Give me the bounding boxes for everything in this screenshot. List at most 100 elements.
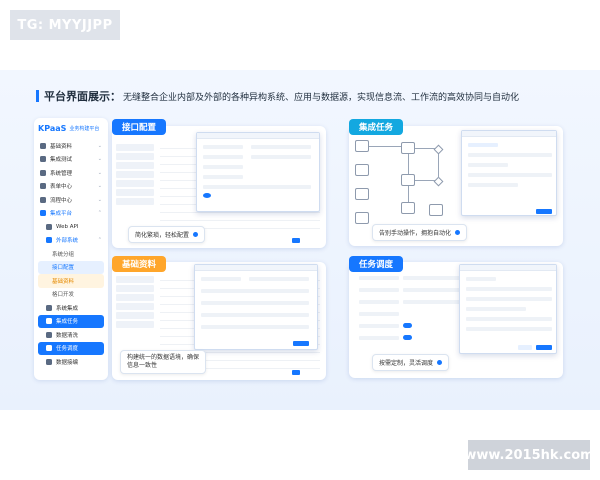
sidebar-item-label: 任务调度	[56, 346, 79, 353]
basic-dialog	[194, 264, 318, 350]
task-icon	[46, 318, 52, 325]
note-task-schedule: 按需定制，灵活调度	[372, 354, 450, 371]
headline-subtitle: 无缝整合企业内部及外部的各种异构系统、应用与数据源，实现信息流、工作流的高效协同…	[123, 92, 520, 103]
repeat-toggle[interactable]	[403, 335, 412, 340]
sidebar-item-label: 接口配置	[52, 265, 75, 272]
sidebar-item-basic-data-sub[interactable]: 基础资料	[38, 274, 104, 288]
pin-icon	[437, 360, 443, 365]
note-integration-task: 告别手动操作，拥抱自动化	[372, 224, 468, 241]
sidebar-item-form-center[interactable]: 表单中心 ⌄	[38, 180, 104, 194]
note-text: 按需定制，灵活调度	[379, 360, 434, 367]
headline-title: 平台界面展示：	[44, 90, 121, 103]
task-dialog	[461, 130, 557, 216]
bottom-watermark: www.2015hk.com	[464, 440, 594, 470]
database-icon	[40, 142, 46, 149]
note-interface-config: 简化繁琐，轻松配置	[128, 226, 206, 243]
sidebar-item-data-clean[interactable]: 数据清洗	[38, 328, 104, 342]
note-text: 告别手动操作，拥抱自动化	[379, 230, 452, 237]
sidebar-item-label: 外部系统	[56, 238, 79, 245]
sidebar-item-label: 系统集成	[56, 305, 79, 312]
note-text: 构建统一的数据语境，确保信息一致性	[127, 354, 200, 369]
sidebar-item-basic-data[interactable]: 基础资料 ⌄	[38, 139, 104, 153]
pin-icon	[455, 230, 461, 235]
schedule-icon	[46, 345, 52, 352]
sidebar-item-label: 基础资料	[50, 143, 73, 150]
flow-node	[429, 204, 443, 216]
sidebar-item-label: 表单中心	[50, 184, 73, 191]
sidebar-item-system-group[interactable]: 系统分组	[38, 247, 104, 261]
card-tree	[116, 274, 154, 330]
chevron-down-icon: ⌄	[97, 196, 102, 203]
tag-integration-task: 集成任务	[349, 119, 404, 135]
system-icon	[46, 304, 52, 311]
sidebar-item-label: 基础资料	[52, 278, 75, 285]
sidebar: KPaaS 业务构建平台 基础资料 ⌄ 集成测试 ⌄ 系统管理 ⌄ 表单中心 ⌄ 流程中…	[34, 118, 108, 380]
sidebar-item-task-schedule[interactable]: 任务调度	[38, 341, 104, 355]
chevron-up-icon: ⌃	[97, 237, 102, 244]
sidebar-item-data-edit[interactable]: 数据接编	[38, 355, 104, 369]
integration-icon	[40, 210, 46, 217]
chevron-down-icon: ⌄	[97, 142, 102, 149]
sidebar-item-system-mgmt[interactable]: 系统管理 ⌄	[38, 166, 104, 180]
external-icon	[46, 237, 52, 244]
flow-decision	[433, 144, 444, 155]
logo-text: KPaaS	[38, 124, 67, 133]
data-icon	[46, 358, 52, 365]
enable-toggle[interactable]	[403, 323, 412, 328]
chevron-up-icon: ⌃	[97, 210, 102, 217]
tag-task-schedule: 任务调度	[349, 256, 404, 272]
top-watermark: TG: MYYJJPP	[10, 10, 120, 40]
flow-node	[355, 164, 369, 176]
sidebar-item-integration-test[interactable]: 集成测试 ⌄	[38, 153, 104, 167]
flow-node	[355, 212, 369, 224]
sidebar-nav: 基础资料 ⌄ 集成测试 ⌄ 系统管理 ⌄ 表单中心 ⌄ 流程中心 ⌄ 集成平台 ⌃ Web …	[38, 139, 104, 369]
sidebar-item-label: 集成测试	[50, 157, 73, 164]
sidebar-item-label: 数据清洗	[56, 332, 79, 339]
note-text: 简化繁琐，轻松配置	[135, 232, 190, 239]
sidebar-item-integration-platform[interactable]: 集成平台 ⌃	[38, 207, 104, 221]
pagination-button[interactable]	[292, 370, 300, 375]
sidebar-item-label: 流程中心	[50, 197, 73, 204]
app-logo: KPaaS 业务构建平台	[38, 124, 104, 133]
sidebar-item-label: 系统分组	[52, 251, 75, 258]
sidebar-item-system-integration[interactable]: 系统集成	[38, 301, 104, 315]
sidebar-item-integration-task[interactable]: 集成任务	[38, 314, 104, 328]
sidebar-item-port-dev[interactable]: 格口开发	[38, 288, 104, 302]
sidebar-item-label: Web API	[56, 223, 79, 230]
headline: 平台界面展示： 无缝整合企业内部及外部的各种异构系统、应用与数据源，实现信息流、…	[36, 88, 519, 104]
headline-accent-bar	[36, 90, 39, 102]
settings-icon	[40, 169, 46, 176]
sidebar-item-external-system[interactable]: 外部系统 ⌃	[38, 234, 104, 248]
logo-subtitle: 业务构建平台	[69, 126, 100, 132]
sidebar-item-interface-config[interactable]: 接口配置	[38, 260, 104, 274]
flow-node	[355, 188, 369, 200]
test-icon	[40, 156, 46, 163]
api-icon	[46, 223, 52, 230]
flow-node	[401, 174, 415, 186]
flow-node	[355, 140, 369, 152]
chevron-down-icon: ⌄	[97, 169, 102, 176]
pagination-button[interactable]	[292, 238, 300, 243]
chevron-down-icon: ⌄	[97, 183, 102, 190]
flow-decision	[433, 176, 444, 187]
form-icon	[40, 183, 46, 190]
sidebar-item-label: 系统管理	[50, 170, 73, 177]
flow-node	[401, 202, 415, 214]
flow-node	[401, 142, 415, 154]
sidebar-item-label: 集成任务	[56, 319, 79, 326]
flow-icon	[40, 196, 46, 203]
sidebar-item-label: 集成平台	[50, 211, 73, 218]
tag-interface-config: 接口配置	[112, 119, 167, 135]
card-tree	[116, 142, 154, 207]
sidebar-item-label: 数据接编	[56, 359, 79, 366]
clean-icon	[46, 331, 52, 338]
schedule-dialog	[459, 264, 557, 354]
pin-icon	[193, 232, 199, 237]
config-dialog	[196, 132, 320, 212]
note-basic-data: 构建统一的数据语境，确保信息一致性	[120, 350, 206, 374]
tag-basic-data: 基础资料	[112, 256, 167, 272]
sidebar-item-label: 格口开发	[52, 292, 75, 299]
sidebar-item-web-api[interactable]: Web API	[38, 220, 104, 234]
chevron-down-icon: ⌄	[97, 156, 102, 163]
sidebar-item-flow-center[interactable]: 流程中心 ⌄	[38, 193, 104, 207]
